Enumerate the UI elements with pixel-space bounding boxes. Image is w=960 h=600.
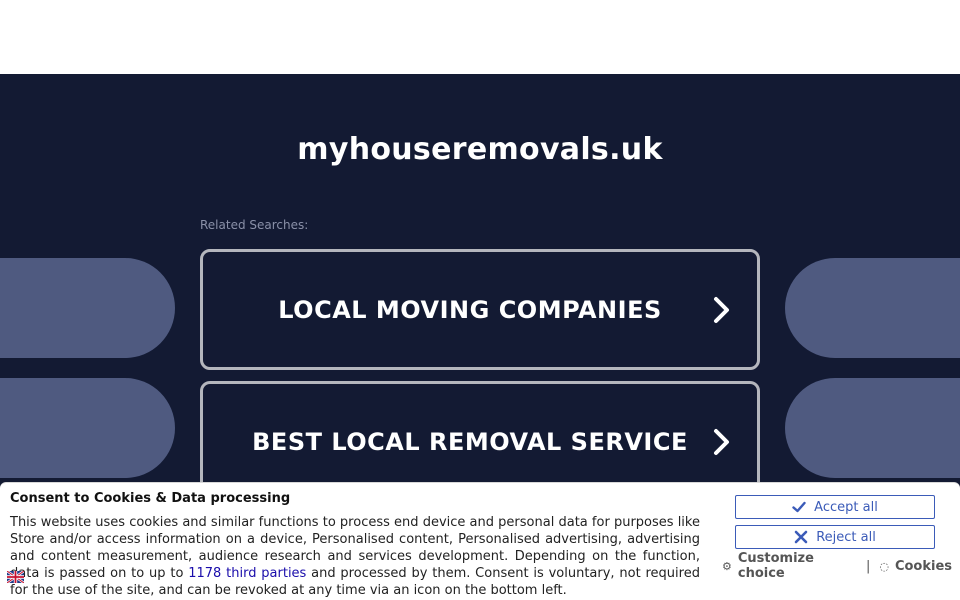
- third-parties-link[interactable]: 1178 third parties: [188, 566, 306, 581]
- accept-all-label: Accept all: [814, 499, 878, 515]
- cookies-label: Cookies: [894, 558, 952, 574]
- cookie-icon: ◌: [879, 559, 889, 573]
- cookies-link[interactable]: ◌ Cookies: [879, 559, 952, 574]
- related-search-label: LOCAL MOVING COMPANIES: [278, 295, 662, 324]
- gear-icon: ⚙: [722, 559, 732, 573]
- accept-all-button[interactable]: Accept all: [735, 495, 935, 519]
- domain-title: myhouseremovals.uk: [297, 132, 663, 167]
- link-separator: |: [865, 558, 871, 574]
- decorative-blob-left-top: [0, 258, 175, 358]
- consent-footer-links: ⚙ Customize choice | ◌ Cookies: [722, 551, 952, 581]
- consent-title: Consent to Cookies & Data processing: [10, 491, 291, 506]
- decorative-blob-right-bottom: [785, 378, 960, 478]
- close-icon: [794, 530, 808, 544]
- reject-all-label: Reject all: [816, 529, 876, 545]
- related-searches-label: Related Searches:: [200, 218, 309, 232]
- check-icon: [792, 501, 806, 513]
- consent-description: This website uses cookies and similar fu…: [10, 514, 700, 599]
- uk-flag-icon[interactable]: [7, 571, 24, 583]
- top-white-strip: [0, 0, 960, 74]
- customize-choice-label: Customize choice: [737, 551, 814, 581]
- decorative-blob-left-bottom: [0, 378, 175, 478]
- customize-choice-link[interactable]: ⚙ Customize choice: [722, 551, 857, 581]
- cookie-consent-banner: Consent to Cookies & Data processing Thi…: [0, 482, 960, 600]
- reject-all-button[interactable]: Reject all: [735, 525, 935, 549]
- related-search-local-moving-companies[interactable]: LOCAL MOVING COMPANIES: [200, 249, 760, 370]
- decorative-blob-right-top: [785, 258, 960, 358]
- chevron-right-icon: [714, 428, 729, 455]
- chevron-right-icon: [714, 296, 729, 323]
